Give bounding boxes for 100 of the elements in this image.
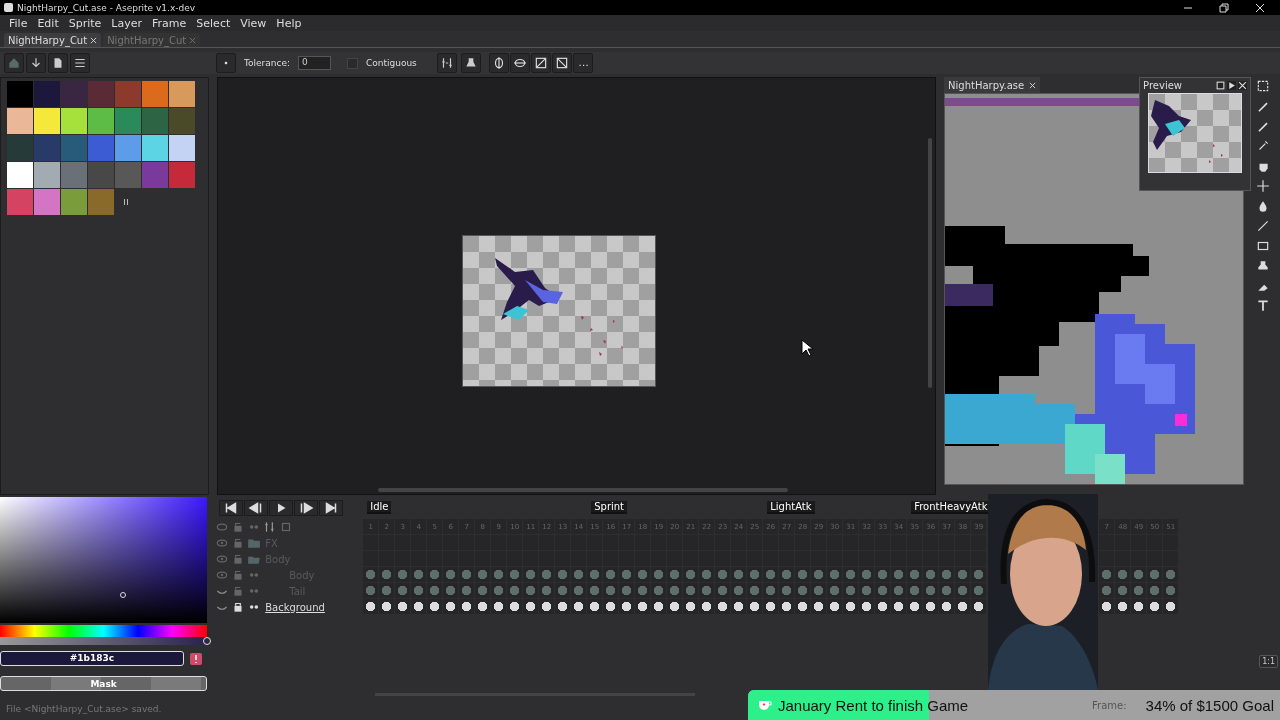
cel[interactable] <box>667 599 683 614</box>
cel[interactable] <box>635 599 651 614</box>
cel[interactable] <box>683 599 699 614</box>
next-frame-icon[interactable] <box>294 500 319 516</box>
cel[interactable] <box>395 599 411 614</box>
download-icon[interactable] <box>26 53 46 73</box>
animation-tag[interactable]: Sprint <box>591 501 628 514</box>
menu-item[interactable]: Layer <box>106 16 148 30</box>
animation-tag[interactable]: LightAtk <box>767 501 815 514</box>
cel[interactable] <box>1163 599 1179 614</box>
stamp-icon[interactable] <box>1256 259 1271 273</box>
palette-swatch[interactable] <box>115 135 141 161</box>
page-icon[interactable] <box>48 53 68 73</box>
scrollbar[interactable] <box>928 138 933 388</box>
expand-icon[interactable] <box>1216 81 1226 90</box>
scrollbar[interactable] <box>377 488 788 492</box>
cel[interactable] <box>587 599 603 614</box>
cel[interactable] <box>603 599 619 614</box>
menu-item[interactable]: Select <box>191 16 236 30</box>
palette-swatch[interactable] <box>61 162 87 188</box>
contiguous-checkbox[interactable] <box>346 57 358 69</box>
menu-item[interactable]: Edit <box>32 16 64 30</box>
cel[interactable] <box>859 599 875 614</box>
play-icon[interactable] <box>269 500 294 516</box>
cel[interactable] <box>891 599 907 614</box>
diagonal-symmetry-icon[interactable] <box>551 53 572 73</box>
cel[interactable] <box>795 599 811 614</box>
palette-swatch[interactable] <box>34 81 60 107</box>
tolerance-field[interactable]: 0 <box>297 56 331 70</box>
cel[interactable] <box>779 599 795 614</box>
menu-item[interactable]: View <box>235 16 272 30</box>
move-icon[interactable] <box>1256 179 1271 193</box>
cel[interactable] <box>907 599 923 614</box>
palette-swatch[interactable] <box>169 108 195 134</box>
palette-swatch[interactable] <box>88 108 114 134</box>
horizontal-symmetry-icon[interactable] <box>509 53 530 73</box>
text-icon[interactable] <box>1256 299 1271 313</box>
palette-swatch[interactable] <box>61 108 87 134</box>
cel[interactable] <box>827 599 843 614</box>
cel[interactable] <box>619 599 635 614</box>
cel[interactable] <box>955 599 971 614</box>
rect-icon[interactable] <box>1256 239 1271 253</box>
animation-tag[interactable]: FrontHeavyAtk <box>911 501 991 514</box>
hue-spectrum[interactable] <box>0 625 208 637</box>
cel[interactable] <box>491 599 507 614</box>
cel[interactable] <box>1131 599 1147 614</box>
menu-item[interactable]: Help <box>271 16 307 30</box>
palette-swatch[interactable] <box>88 189 114 215</box>
cel[interactable] <box>379 599 395 614</box>
cel[interactable] <box>939 599 955 614</box>
palette-swatch[interactable] <box>7 108 33 134</box>
palette-swatch[interactable] <box>61 135 87 161</box>
previous-frame-icon[interactable] <box>244 500 269 516</box>
menu-item[interactable]: Frame <box>147 16 192 30</box>
cel[interactable] <box>363 599 379 614</box>
first-frame-icon[interactable] <box>219 500 244 516</box>
cel[interactable] <box>1099 599 1115 614</box>
home-icon[interactable] <box>4 53 24 73</box>
cel[interactable] <box>699 599 715 614</box>
palette-swatch[interactable] <box>169 162 195 188</box>
palette-swatch[interactable] <box>7 135 33 161</box>
restore-icon[interactable] <box>1219 2 1229 13</box>
sprite-drawing[interactable] <box>461 235 656 387</box>
diagonal-symmetry-icon[interactable] <box>530 53 551 73</box>
alpha-slider[interactable] <box>0 637 208 645</box>
menu-item[interactable]: Sprite <box>63 16 107 30</box>
palette-swatch[interactable] <box>142 81 168 107</box>
palette-swatch[interactable] <box>7 189 33 215</box>
cel[interactable] <box>555 599 571 614</box>
play-icon[interactable] <box>1227 81 1237 90</box>
cel[interactable] <box>507 599 523 614</box>
palette-swatch[interactable] <box>34 135 60 161</box>
color-hex-field[interactable]: #1b183c <box>0 651 184 666</box>
palette-swatch[interactable] <box>142 135 168 161</box>
cel[interactable] <box>411 599 427 614</box>
palette-swatch[interactable] <box>61 189 87 215</box>
cel[interactable] <box>1115 599 1131 614</box>
cel[interactable] <box>843 599 859 614</box>
canvas-area[interactable] <box>216 77 937 495</box>
cel[interactable] <box>875 599 891 614</box>
cel[interactable] <box>811 599 827 614</box>
palette-swatch[interactable] <box>169 81 195 107</box>
cel[interactable] <box>523 599 539 614</box>
cel[interactable] <box>1147 599 1163 614</box>
mask-button[interactable]: Mask <box>0 676 208 691</box>
cel[interactable] <box>763 599 779 614</box>
zoomed-sprite-drawing[interactable] <box>944 93 1245 485</box>
zoom-button[interactable]: 1:1 <box>1259 655 1278 668</box>
palette-swatch[interactable] <box>88 81 114 107</box>
file-tab[interactable]: NightHarpy_Cut <box>103 33 201 47</box>
cel[interactable] <box>747 599 763 614</box>
marquee-icon[interactable] <box>1256 79 1271 93</box>
cel[interactable] <box>923 599 939 614</box>
bucket-icon[interactable] <box>460 53 481 73</box>
cel[interactable] <box>459 599 475 614</box>
palette-swatch[interactable] <box>115 162 141 188</box>
palette-swatch[interactable] <box>115 108 141 134</box>
palette-swatch[interactable] <box>61 81 87 107</box>
cel[interactable] <box>571 599 587 614</box>
animation-tag[interactable]: Idle <box>367 501 392 514</box>
